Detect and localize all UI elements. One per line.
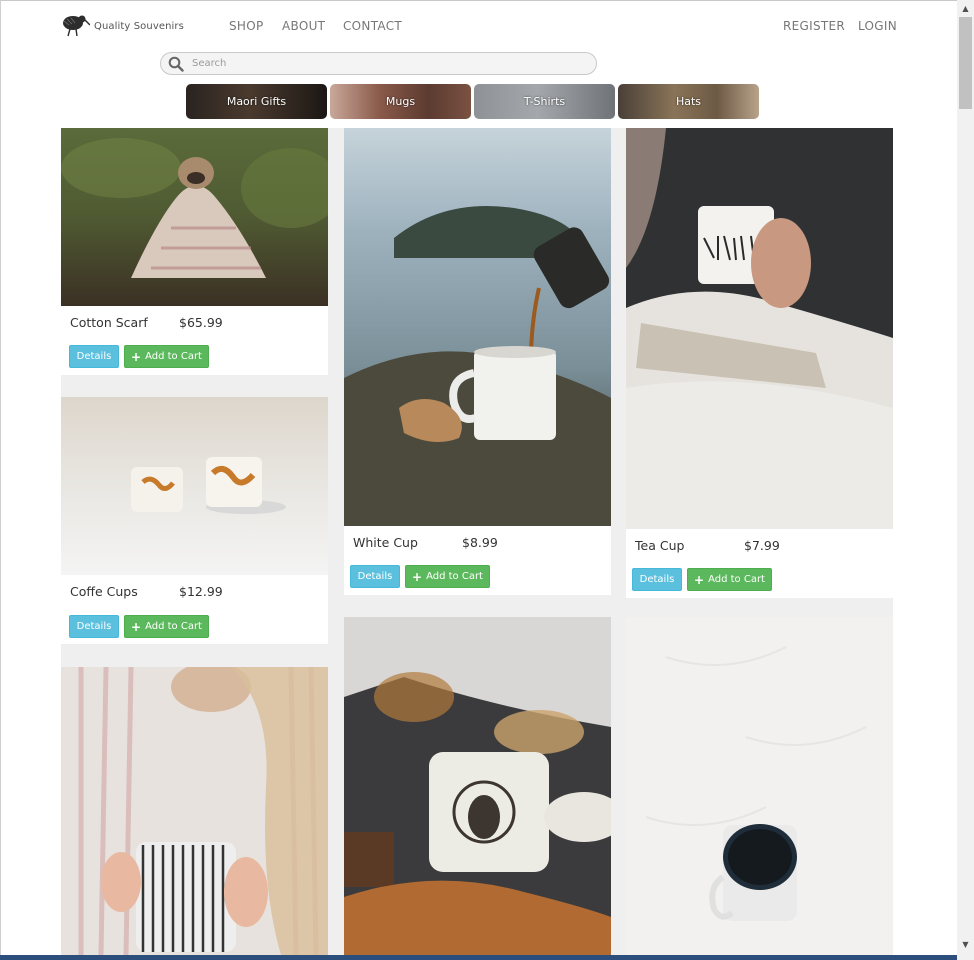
- details-button[interactable]: Details: [69, 615, 119, 638]
- plus-icon: +: [131, 619, 142, 634]
- category-mugs[interactable]: Mugs: [330, 84, 471, 119]
- nav-shop[interactable]: SHOP: [229, 19, 264, 33]
- details-label: Details: [76, 351, 112, 362]
- category-label: Hats: [675, 95, 702, 108]
- add-to-cart-button[interactable]: + Add to Cart: [124, 615, 209, 638]
- product-card: [61, 667, 328, 955]
- plus-icon: +: [131, 349, 142, 364]
- product-image[interactable]: [61, 667, 328, 955]
- product-name: Tea Cup: [635, 538, 685, 553]
- add-to-cart-label: Add to Cart: [145, 621, 202, 632]
- add-to-cart-label: Add to Cart: [708, 574, 765, 585]
- product-image[interactable]: [61, 397, 328, 575]
- product-image[interactable]: [61, 128, 328, 306]
- product-name: Cotton Scarf: [70, 315, 148, 330]
- details-label: Details: [357, 571, 393, 582]
- scrollbar-track[interactable]: [957, 0, 974, 960]
- product-card: White Cup $8.99 Details + Add to Cart: [344, 128, 611, 595]
- window-left-border: [0, 0, 1, 960]
- product-image[interactable]: [344, 128, 611, 526]
- nav-register[interactable]: REGISTER: [783, 19, 845, 33]
- add-to-cart-label: Add to Cart: [145, 351, 202, 362]
- product-price: $12.99: [179, 584, 223, 599]
- plus-icon: +: [412, 569, 423, 584]
- nav-contact[interactable]: CONTACT: [343, 19, 402, 33]
- category-maori-gifts[interactable]: Maori Gifts: [186, 84, 327, 119]
- add-to-cart-label: Add to Cart: [426, 571, 483, 582]
- product-image[interactable]: [626, 617, 893, 955]
- add-to-cart-button[interactable]: + Add to Cart: [124, 345, 209, 368]
- product-price: $7.99: [744, 538, 780, 553]
- product-price: $65.99: [179, 315, 223, 330]
- product-name: Coffe Cups: [70, 584, 138, 599]
- nav-about[interactable]: ABOUT: [282, 19, 325, 33]
- category-label: Maori Gifts: [226, 95, 287, 108]
- product-image[interactable]: [626, 128, 893, 529]
- product-card: Coffe Cups $12.99 Details + Add to Cart: [61, 397, 328, 644]
- category-label: T-Shirts: [523, 95, 566, 108]
- add-to-cart-button[interactable]: + Add to Cart: [405, 565, 490, 588]
- category-hats[interactable]: Hats: [618, 84, 759, 119]
- product-card: Tea Cup $7.99 Details + Add to Cart: [626, 128, 893, 598]
- details-button[interactable]: Details: [69, 345, 119, 368]
- kiwi-bird-icon: [63, 15, 90, 37]
- search-input[interactable]: [190, 57, 584, 70]
- category-t-shirts[interactable]: T-Shirts: [474, 84, 615, 119]
- add-to-cart-button[interactable]: + Add to Cart: [687, 568, 772, 591]
- window-top-border: [0, 0, 974, 1]
- search-bar[interactable]: [160, 52, 597, 75]
- details-label: Details: [76, 621, 112, 632]
- details-label: Details: [639, 574, 675, 585]
- product-card: [626, 617, 893, 955]
- brand-logo[interactable]: Quality Souvenirs: [60, 12, 184, 40]
- brand-name: Quality Souvenirs: [94, 20, 184, 32]
- product-name: White Cup: [353, 535, 418, 550]
- product-card: Cotton Scarf $65.99 Details + Add to Cart: [61, 128, 328, 375]
- nav-login[interactable]: LOGIN: [858, 19, 897, 33]
- details-button[interactable]: Details: [632, 568, 682, 591]
- category-label: Mugs: [385, 95, 416, 108]
- scroll-up-arrow-icon[interactable]: ▲: [957, 2, 974, 16]
- scrollbar-thumb[interactable]: [959, 17, 972, 109]
- scroll-down-arrow-icon[interactable]: ▼: [957, 938, 974, 952]
- taskbar-edge: [0, 955, 957, 960]
- product-image[interactable]: [344, 617, 611, 955]
- product-card: [344, 617, 611, 955]
- search-icon: [168, 56, 184, 72]
- details-button[interactable]: Details: [350, 565, 400, 588]
- plus-icon: +: [694, 572, 705, 587]
- product-price: $8.99: [462, 535, 498, 550]
